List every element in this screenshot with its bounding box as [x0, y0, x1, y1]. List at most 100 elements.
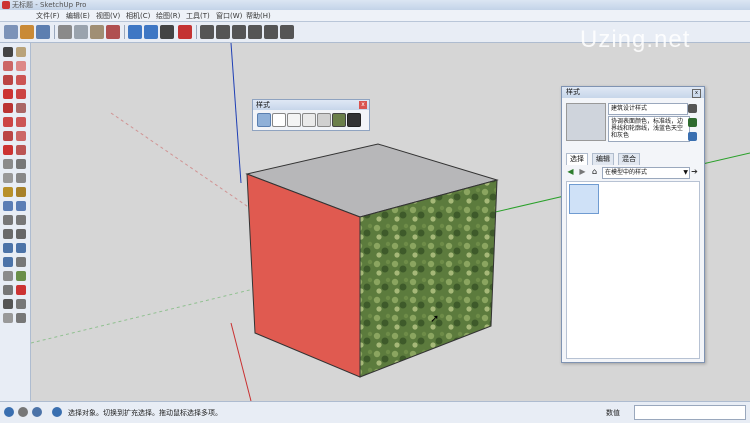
red-axis — [230, 322, 252, 401]
menu-window[interactable]: 窗口(W) — [216, 11, 242, 21]
styles-tab-bar: 选择 编辑 混合 — [566, 153, 698, 165]
menu-tools[interactable]: 工具(T) — [186, 11, 210, 21]
text-icon[interactable] — [16, 173, 26, 183]
redo-icon[interactable] — [144, 25, 158, 39]
move-icon[interactable] — [3, 117, 13, 127]
line-icon[interactable] — [16, 75, 26, 85]
terrain-icon[interactable] — [16, 271, 26, 281]
section-plane-icon[interactable] — [16, 257, 26, 267]
photo-texture-icon[interactable] — [3, 285, 13, 295]
scale-icon[interactable] — [3, 145, 13, 155]
cursor-icon: ➚ — [430, 312, 440, 325]
left-view-icon[interactable] — [280, 25, 294, 39]
tab-edit[interactable]: 编辑 — [592, 153, 614, 165]
layout-icon[interactable] — [3, 313, 13, 323]
style-collection-value: 在模型中的样式 — [605, 169, 648, 176]
paste-icon[interactable] — [90, 25, 104, 39]
back-view-icon[interactable] — [264, 25, 278, 39]
freehand-icon[interactable] — [16, 103, 26, 113]
paint-bucket-icon[interactable] — [3, 61, 13, 71]
rotate-icon[interactable] — [3, 131, 13, 141]
back-icon[interactable]: ◀ — [566, 167, 575, 176]
polygon-icon[interactable] — [3, 103, 13, 113]
add-location-icon[interactable] — [3, 271, 13, 281]
user-icon[interactable] — [32, 407, 42, 417]
copy-icon[interactable] — [74, 25, 88, 39]
model-info-icon[interactable] — [178, 25, 192, 39]
follow-me-icon[interactable] — [16, 131, 26, 141]
select-icon[interactable] — [3, 47, 13, 57]
top-view-icon[interactable] — [216, 25, 230, 39]
measurements-input[interactable] — [634, 405, 746, 420]
close-icon[interactable]: x — [692, 89, 701, 98]
geo-location-icon[interactable] — [4, 407, 14, 417]
style-collection-select[interactable]: 在模型中的样式 ▼ — [602, 167, 690, 179]
sketchup-app-icon — [2, 1, 10, 9]
home-icon[interactable]: ⌂ — [590, 167, 599, 176]
zoom-icon[interactable] — [3, 215, 13, 225]
forward-icon[interactable]: ▶ — [578, 167, 587, 176]
menu-camera[interactable]: 相机(C) — [126, 11, 150, 21]
look-around-icon[interactable] — [3, 257, 13, 267]
right-view-icon[interactable] — [248, 25, 262, 39]
protractor-icon[interactable] — [3, 173, 13, 183]
details-arrow-icon[interactable]: ➔ — [690, 167, 699, 176]
print-icon[interactable] — [160, 25, 174, 39]
shaded-textures-icon[interactable] — [317, 113, 331, 127]
circle-icon[interactable] — [3, 89, 13, 99]
position-camera-icon[interactable] — [3, 243, 13, 253]
tab-mix[interactable]: 混合 — [618, 153, 640, 165]
blue-axis — [230, 43, 242, 184]
shaded-icon[interactable] — [302, 113, 316, 127]
style-name-field[interactable]: 建筑设计样式 — [608, 103, 688, 115]
menu-file[interactable]: 文件(F) — [36, 11, 60, 21]
offset-icon[interactable] — [16, 145, 26, 155]
menu-draw[interactable]: 绘图(R) — [156, 11, 180, 21]
update-style-icon[interactable] — [688, 132, 697, 141]
menu-edit[interactable]: 编辑(E) — [66, 11, 90, 21]
lock-icon[interactable] — [688, 104, 697, 113]
style-builder-icon[interactable] — [16, 313, 26, 323]
open-file-icon[interactable] — [20, 25, 34, 39]
tab-select[interactable]: 选择 — [566, 153, 588, 165]
orbit-icon[interactable] — [3, 201, 13, 211]
monochrome-icon[interactable] — [332, 113, 346, 127]
help-icon[interactable] — [52, 407, 62, 417]
tape-measure-icon[interactable] — [3, 159, 13, 169]
eraser-icon[interactable] — [16, 61, 26, 71]
create-style-icon[interactable] — [688, 118, 697, 127]
hidden-line-icon[interactable] — [287, 113, 301, 127]
3d-text-icon[interactable] — [16, 187, 26, 197]
erase-icon[interactable] — [106, 25, 120, 39]
iso-view-icon[interactable] — [200, 25, 214, 39]
new-file-icon[interactable] — [4, 25, 18, 39]
rectangle-icon[interactable] — [3, 75, 13, 85]
close-icon[interactable]: x — [359, 101, 367, 109]
zoom-extents-icon[interactable] — [3, 229, 13, 239]
credits-icon[interactable] — [18, 407, 28, 417]
xray-icon[interactable] — [257, 113, 271, 127]
menu-help[interactable]: 帮助(H) — [246, 11, 271, 21]
axes-icon[interactable] — [3, 187, 13, 197]
undo-icon[interactable] — [128, 25, 142, 39]
extension-icon[interactable] — [16, 299, 26, 309]
zoom-window-icon[interactable] — [16, 215, 26, 225]
dimension-icon[interactable] — [16, 159, 26, 169]
arc-icon[interactable] — [16, 89, 26, 99]
share-model-icon[interactable] — [3, 299, 13, 309]
back-edges-icon[interactable] — [347, 113, 361, 127]
cut-icon[interactable] — [58, 25, 72, 39]
push-pull-icon[interactable] — [16, 117, 26, 127]
wireframe-icon[interactable] — [272, 113, 286, 127]
warehouse-icon[interactable] — [16, 285, 26, 295]
menu-view[interactable]: 视图(V) — [96, 11, 120, 21]
style-swatch[interactable] — [569, 184, 599, 214]
pan-icon[interactable] — [16, 201, 26, 211]
walk-icon[interactable] — [16, 243, 26, 253]
previous-view-icon[interactable] — [16, 229, 26, 239]
toolbar-separator — [196, 25, 197, 39]
save-icon[interactable] — [36, 25, 50, 39]
home-view-icon[interactable] — [232, 25, 246, 39]
style-description-field[interactable]: 协调表面颜色，标准线，边界线和轮廓线，浅蓝色天空和灰色 — [608, 116, 690, 142]
make-component-icon[interactable] — [16, 47, 26, 57]
